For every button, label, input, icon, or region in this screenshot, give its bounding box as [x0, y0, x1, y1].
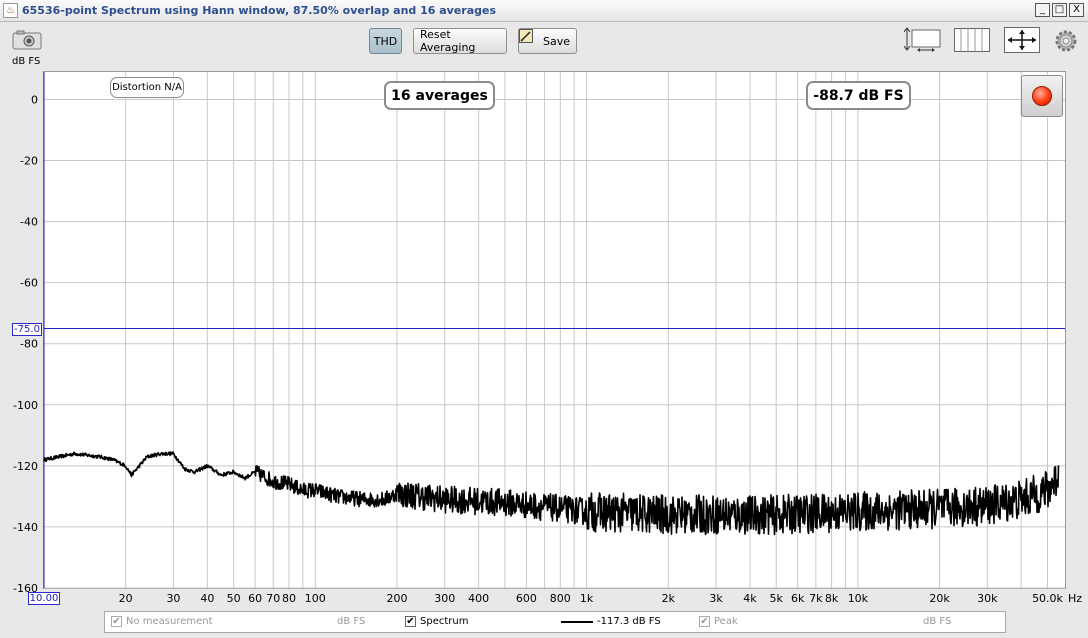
legend-line-swatch	[561, 620, 593, 623]
x-tick-label: 50.0k	[1032, 592, 1063, 605]
y-tick-label: -80	[20, 338, 38, 351]
y-tick-label: -40	[20, 216, 38, 229]
x-tick-label: 5k	[770, 592, 784, 605]
legend-peak[interactable]: ✔ Peak	[699, 616, 738, 627]
checkbox-spectrum[interactable]: ✔	[405, 616, 416, 627]
record-icon	[1032, 86, 1052, 106]
y-tick-label: -20	[20, 155, 38, 168]
x-tick-label: 50	[227, 592, 241, 605]
x-tick-label: 40	[200, 592, 214, 605]
x-tick-label: 10k	[848, 592, 869, 605]
x-tick-label: 6k	[791, 592, 805, 605]
x-tick-label: 100	[305, 592, 326, 605]
x-tick-label: 30k	[977, 592, 998, 605]
y-tick-label: -140	[13, 521, 38, 534]
reference-level-label[interactable]: -75.0	[12, 323, 42, 336]
y-tick-label: -60	[20, 277, 38, 290]
legend-no-measurement-label: No measurement	[126, 616, 213, 627]
legend-bar: ✔ No measurement dB FS ✔ Spectrum -117.3…	[104, 611, 1006, 633]
x-tick-label: 4k	[743, 592, 757, 605]
checkbox-no-measurement[interactable]: ✔	[111, 616, 122, 627]
y-tick-label: 0	[31, 93, 38, 106]
spectrum-trace	[43, 451, 1060, 536]
x-tick-label: 80	[282, 592, 296, 605]
legend-no-measurement[interactable]: ✔ No measurement	[111, 616, 213, 627]
checkbox-peak[interactable]: ✔	[699, 616, 710, 627]
x-tick-label: 3k	[709, 592, 723, 605]
x-tick-label: 60	[248, 592, 262, 605]
trace-layer	[43, 451, 1060, 536]
record-button[interactable]	[1021, 75, 1063, 117]
y-tick-label: -120	[13, 460, 38, 473]
x-tick-label: 2k	[662, 592, 676, 605]
x-tick-label: 7k	[809, 592, 823, 605]
distortion-label: Distortion N/A	[110, 77, 184, 98]
x-tick-label: 30	[166, 592, 180, 605]
x-tick-label: 300	[434, 592, 455, 605]
legend-peak-label: Peak	[714, 616, 738, 627]
x-tick-label: 200	[386, 592, 407, 605]
x-start-label[interactable]: 10.00	[28, 592, 60, 605]
x-tick-label: 400	[468, 592, 489, 605]
level-label: -88.7 dB FS	[806, 81, 911, 110]
legend-spectrum-value: -117.3 dB FS	[561, 616, 661, 627]
x-tick-label: 8k	[825, 592, 839, 605]
legend-spectrum[interactable]: ✔ Spectrum	[405, 616, 468, 627]
averages-label: 16 averages	[384, 81, 495, 110]
x-tick-label: 20k	[929, 592, 950, 605]
y-tick-label: -100	[13, 399, 38, 412]
x-tick-label: 800	[550, 592, 571, 605]
x-tick-label: 600	[516, 592, 537, 605]
legend-spectrum-label: Spectrum	[420, 616, 469, 627]
x-tick-label: 20	[119, 592, 133, 605]
x-unit-label: Hz	[1068, 592, 1082, 605]
x-tick-label: 1k	[580, 592, 594, 605]
x-tick-label: 70	[266, 592, 280, 605]
legend-peak-unit: dB FS	[923, 616, 952, 627]
legend-no-measurement-unit: dB FS	[337, 616, 366, 627]
legend-spectrum-level: -117.3 dB FS	[597, 616, 661, 627]
